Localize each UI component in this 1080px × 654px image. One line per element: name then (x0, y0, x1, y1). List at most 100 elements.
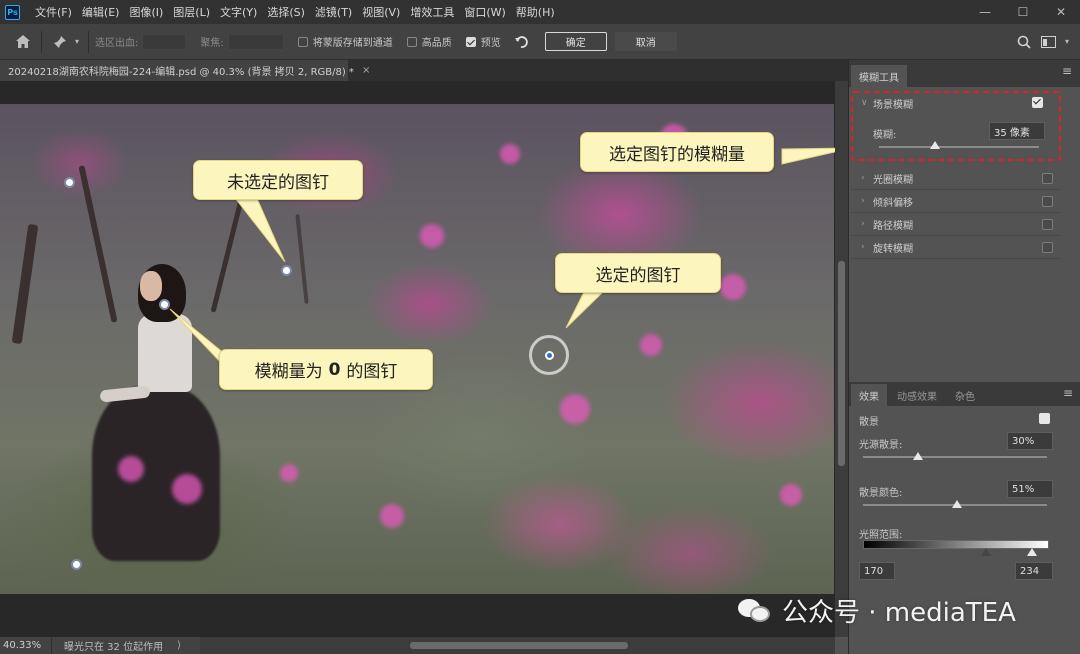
blur-amount-slider-thumb[interactable] (930, 141, 940, 149)
document-tabs: 20240218湖南农科院梅园-224-编辑.psd @ 40.3% (背景 拷… (0, 60, 848, 81)
tilt-shift-label: 倾斜偏移 (873, 197, 913, 209)
path-blur-label: 路径模糊 (873, 220, 913, 232)
menu-window[interactable]: 窗口(W) (459, 4, 510, 20)
horizontal-scrollbar[interactable] (200, 637, 835, 654)
window-controls: — ☐ ✕ (966, 0, 1080, 24)
horizontal-scrollbar-thumb[interactable] (410, 642, 628, 649)
vertical-scrollbar-thumb[interactable] (838, 261, 845, 466)
tilt-shift-checkbox[interactable] (1042, 196, 1053, 207)
panel-menu-icon[interactable]: ≡ (1063, 386, 1073, 400)
light-bokeh-label: 光源散景: (859, 440, 903, 451)
zero-blur-pin[interactable] (159, 299, 170, 310)
blur-amount-input[interactable]: 35 像素 (989, 122, 1045, 140)
iris-blur-row[interactable]: › 光圈模糊 (851, 167, 1061, 190)
tree-trunk (295, 214, 309, 304)
status-bar: 40.33% 曝光只在 32 位起作用 ⟩ (0, 637, 200, 654)
unselected-pin[interactable] (71, 559, 82, 570)
vertical-scrollbar[interactable] (835, 81, 848, 637)
bokeh-spot (500, 144, 520, 164)
menu-select[interactable]: 选择(S) (262, 4, 310, 20)
menu-plugins[interactable]: 增效工具 (405, 4, 459, 20)
bokeh-spot (640, 334, 662, 356)
bokeh-spot (280, 464, 298, 482)
bokeh-checkbox[interactable] (1039, 413, 1050, 424)
spin-blur-row[interactable]: › 旋转模糊 (851, 236, 1061, 259)
light-bokeh-input[interactable]: 30% (1007, 432, 1053, 450)
options-bar: ▾ 选区出血: 聚焦: 将蒙版存储到通道 高品质 预览 确定 取消 ▾ (0, 24, 1080, 60)
panel-menu-icon[interactable]: ≡ (1062, 64, 1072, 78)
light-range-gradient[interactable] (863, 540, 1049, 549)
light-range-high-input[interactable]: 234 (1015, 562, 1053, 580)
chevron-down-icon[interactable]: ▾ (72, 30, 82, 54)
ok-button[interactable]: 确定 (544, 32, 607, 51)
close-window-button[interactable]: ✕ (1042, 0, 1080, 24)
bokeh-spot (780, 484, 802, 506)
menu-type[interactable]: 文字(Y) (215, 4, 262, 20)
chevron-right-icon[interactable]: ⟩ (177, 640, 181, 651)
menu-file[interactable]: 文件(F) (30, 4, 77, 20)
reset-icon[interactable] (509, 30, 533, 54)
light-range-label: 光照范围: (859, 530, 903, 541)
tab-motion-effects[interactable]: 动感效果 (889, 384, 945, 406)
menu-view[interactable]: 视图(V) (357, 4, 405, 20)
field-blur-header[interactable]: ∨ 场景模糊 (853, 93, 1059, 113)
light-range-low-thumb[interactable] (981, 548, 991, 556)
chevron-right-icon: › (861, 173, 865, 183)
photoshop-logo: Ps (5, 4, 20, 20)
maximize-button[interactable]: ☐ (1004, 0, 1042, 24)
effects-tabs: 效果 动感效果 杂色 ≡ (849, 382, 1080, 406)
iris-blur-checkbox[interactable] (1042, 173, 1053, 184)
cancel-button[interactable]: 取消 (614, 32, 677, 51)
preview-label: 预览 (480, 38, 501, 49)
unselected-pin[interactable] (281, 265, 292, 276)
blur-tools-list: ∨ 场景模糊 模糊: 35 像素 › 光圈模糊 › 倾斜偏移 › 路径模糊 › … (851, 91, 1061, 259)
light-bokeh-slider-track[interactable] (863, 456, 1047, 458)
preview-checkbox[interactable] (465, 36, 476, 47)
focus-field[interactable] (227, 33, 284, 50)
light-range-high-thumb[interactable] (1027, 548, 1037, 556)
search-icon[interactable] (1012, 30, 1036, 54)
bokeh-spot (380, 504, 404, 528)
blur-amount-slider-track[interactable] (879, 146, 1039, 148)
tree-trunk (78, 165, 118, 323)
callout-selected-pin-amount: 选定图钉的模糊量 (580, 132, 774, 172)
tilt-shift-row[interactable]: › 倾斜偏移 (851, 190, 1061, 213)
bokeh-color-input[interactable]: 51% (1007, 480, 1053, 498)
person-shirt (138, 314, 192, 392)
chevron-down-icon: ∨ (861, 98, 868, 108)
chevron-down-icon[interactable]: ▾ (1060, 30, 1074, 54)
save-mask-checkbox[interactable] (297, 36, 308, 47)
path-blur-checkbox[interactable] (1042, 219, 1053, 230)
tab-noise[interactable]: 杂色 (947, 384, 983, 406)
chevron-right-icon: › (861, 196, 865, 206)
minimize-button[interactable]: — (966, 0, 1004, 24)
home-icon[interactable] (11, 30, 35, 54)
tab-effects[interactable]: 效果 (851, 384, 887, 406)
menu-layer[interactable]: 图层(L) (168, 4, 215, 20)
unselected-pin[interactable] (64, 177, 75, 188)
light-range-low-input[interactable]: 170 (859, 562, 895, 580)
selected-pin[interactable] (529, 335, 569, 375)
high-quality-checkbox[interactable] (406, 36, 417, 47)
close-icon[interactable]: × (362, 65, 370, 76)
workspace-icon[interactable] (1036, 30, 1060, 54)
menu-filter[interactable]: 滤镜(T) (310, 4, 357, 20)
menu-help[interactable]: 帮助(H) (511, 4, 560, 20)
callout-selected-pin: 选定的图钉 (555, 253, 721, 293)
tab-blur-tools[interactable]: 模糊工具 (851, 65, 907, 87)
watermark-text: 公众号 · mediaTEA (782, 598, 1016, 628)
spin-blur-checkbox[interactable] (1042, 242, 1053, 253)
callout-text: 选定图钉的模糊量 (609, 144, 745, 165)
menu-edit[interactable]: 编辑(E) (77, 4, 125, 20)
path-blur-row[interactable]: › 路径模糊 (851, 213, 1061, 236)
bokeh-color-slider-thumb[interactable] (951, 500, 962, 508)
pin-tool-icon[interactable] (48, 30, 72, 54)
menu-image[interactable]: 图像(I) (124, 4, 168, 20)
zoom-level[interactable]: 40.33% (0, 637, 52, 654)
selection-bleed-label: 选区出血: (95, 38, 139, 49)
document-tab[interactable]: 20240218湖南农科院梅园-224-编辑.psd @ 40.3% (背景 拷… (0, 60, 370, 81)
callout-text-prefix: 模糊量为 (254, 362, 323, 382)
selection-bleed-field[interactable] (142, 33, 187, 50)
light-bokeh-slider-thumb[interactable] (913, 452, 924, 460)
field-blur-checkbox[interactable] (1032, 97, 1043, 108)
